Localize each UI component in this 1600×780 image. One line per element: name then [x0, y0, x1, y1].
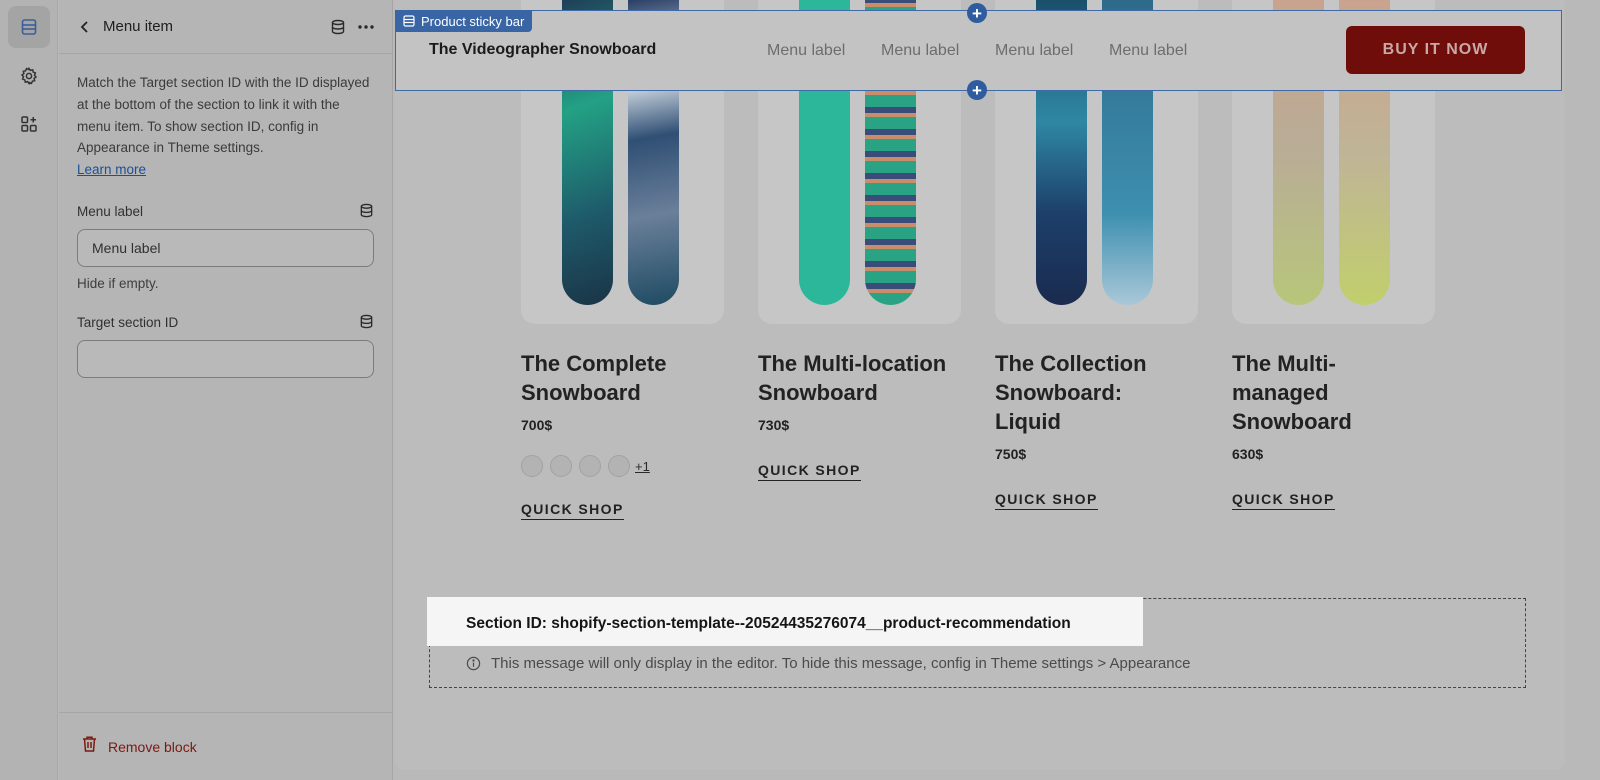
sticky-bar-tag-label: Product sticky bar	[421, 13, 525, 29]
dynamic-source-icon[interactable]	[326, 15, 350, 39]
product-title[interactable]: The Collection Snowboard: Liquid	[995, 349, 1180, 436]
more-swatches-link[interactable]: +1	[635, 459, 650, 474]
product-title[interactable]: The Complete Snowboard	[521, 349, 721, 407]
buy-it-now-button[interactable]: BUY IT NOW	[1346, 26, 1525, 74]
menu-label-field-header: Menu label	[77, 203, 374, 221]
color-swatch[interactable]	[608, 455, 630, 477]
description-text: Match the Target section ID with the ID …	[77, 75, 370, 156]
menu-label-hint: Hide if empty.	[77, 275, 159, 291]
info-icon	[466, 656, 481, 671]
quick-shop-button[interactable]: QUICK SHOP	[758, 462, 861, 481]
editor-message-text: This message will only display in the ed…	[491, 655, 1191, 672]
settings-panel: Menu item Match the Target section ID wi…	[59, 0, 393, 780]
color-swatch[interactable]	[579, 455, 601, 477]
panel-header: Menu item	[59, 0, 392, 54]
trash-icon	[81, 735, 98, 758]
menu-label-input-value: Menu label	[92, 239, 161, 256]
sections-nav-button[interactable]	[8, 6, 50, 48]
more-options-icon[interactable]	[354, 15, 378, 39]
gear-icon	[20, 66, 38, 86]
sticky-menu-link[interactable]: Menu label	[995, 42, 1073, 60]
remove-block-label: Remove block	[108, 738, 197, 755]
target-section-field-header: Target section ID	[77, 314, 374, 332]
section-block-icon	[403, 15, 415, 27]
quick-shop-button[interactable]: QUICK SHOP	[995, 491, 1098, 510]
learn-more-link[interactable]: Learn more	[77, 162, 146, 177]
editor-rail	[0, 0, 58, 780]
quick-shop-button[interactable]: QUICK SHOP	[1232, 491, 1335, 510]
add-section-above-icon[interactable]: +	[967, 3, 987, 23]
add-section-below-icon[interactable]: +	[967, 80, 987, 100]
editor-message: This message will only display in the ed…	[466, 655, 1190, 672]
dynamic-source-icon[interactable]	[359, 314, 374, 332]
apps-add-icon	[21, 116, 37, 132]
sticky-menu-link[interactable]: Menu label	[881, 42, 959, 60]
sticky-bar-product-title: The Videographer Snowboard	[429, 41, 657, 58]
sticky-menu-link[interactable]: Menu label	[767, 42, 845, 60]
product-price: 730$	[758, 417, 790, 433]
color-swatch[interactable]	[550, 455, 572, 477]
product-title[interactable]: The Multi-location Snowboard	[758, 349, 968, 407]
color-swatch[interactable]	[521, 455, 543, 477]
target-section-input[interactable]	[77, 339, 374, 378]
sticky-bar-tag[interactable]: Product sticky bar	[395, 10, 533, 32]
product-price: 630$	[1232, 446, 1264, 462]
dynamic-source-icon[interactable]	[359, 203, 374, 221]
back-icon[interactable]	[75, 17, 95, 37]
target-section-field-label: Target section ID	[77, 315, 179, 331]
sections-icon	[21, 19, 37, 35]
menu-label-input[interactable]: Menu label	[77, 228, 374, 267]
product-price: 700$	[521, 417, 553, 433]
settings-nav-button[interactable]	[8, 55, 50, 97]
sticky-menu-link[interactable]: Menu label	[1109, 42, 1187, 60]
product-title[interactable]: The Multi-managed Snowboard	[1232, 349, 1382, 436]
apps-nav-button[interactable]	[8, 103, 50, 145]
panel-description: Match the Target section ID with the ID …	[77, 72, 374, 181]
menu-label-field-label: Menu label	[77, 204, 144, 220]
section-id-text: Section ID: shopify-section-template--20…	[466, 615, 1071, 632]
panel-title: Menu item	[103, 18, 174, 35]
quick-shop-button[interactable]: QUICK SHOP	[521, 501, 624, 520]
remove-block-button[interactable]: Remove block	[59, 712, 392, 780]
color-swatches: +1	[521, 455, 650, 477]
product-price: 750$	[995, 446, 1027, 462]
